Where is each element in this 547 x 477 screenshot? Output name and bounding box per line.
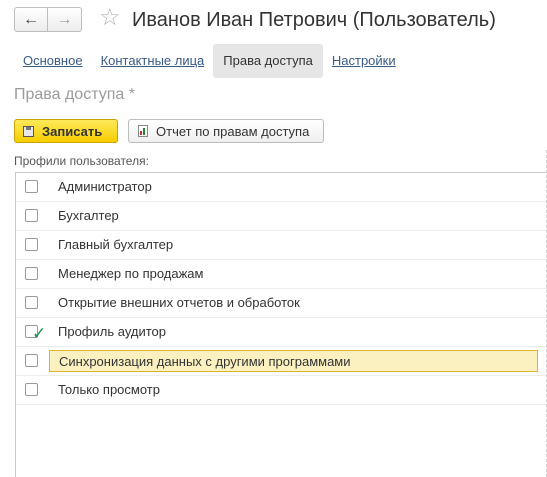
save-button-label: Записать [42, 123, 103, 139]
profile-label: Синхронизация данных с другими программа… [49, 350, 538, 372]
back-button[interactable]: ← [14, 7, 48, 32]
profile-label: Главный бухгалтер [58, 237, 174, 252]
profile-row[interactable]: Синхронизация данных с другими программа… [16, 347, 547, 376]
favorite-star-icon[interactable]: ☆ [99, 6, 121, 30]
profile-checkbox[interactable]: ✓ [25, 325, 46, 342]
profiles-list[interactable]: Администратор Бухгалтер Главный бухгалтер М… [15, 172, 547, 477]
profile-label: Бухгалтер [58, 208, 119, 223]
access-report-button[interactable]: Отчет по правам доступа [128, 119, 324, 143]
tab-access-rights[interactable]: Права доступа [213, 44, 323, 78]
forward-button[interactable]: → [48, 7, 82, 32]
profile-label: Менеджер по продажам [58, 266, 204, 281]
access-report-button-label: Отчет по правам доступа [156, 123, 310, 139]
profile-row[interactable]: ✓ Профиль аудитор [16, 318, 547, 347]
floppy-disk-icon [23, 125, 34, 137]
profile-row[interactable]: Бухгалтер [16, 202, 547, 231]
profile-checkbox[interactable] [25, 296, 38, 309]
profile-checkbox[interactable] [25, 180, 38, 193]
profile-row[interactable]: Только просмотр [16, 376, 547, 405]
profile-checkbox[interactable] [25, 267, 38, 280]
form-tabs: Основное Контактные лица Права доступа Н… [16, 44, 405, 78]
section-title: Права доступа * [14, 86, 135, 103]
profile-checkbox[interactable] [25, 238, 38, 251]
profile-row[interactable]: Администратор [16, 173, 547, 202]
user-form: ← → ☆ Иванов Иван Петрович (Пользователь… [0, 0, 547, 477]
profile-checkbox[interactable] [25, 354, 38, 367]
navigation-buttons: ← → [14, 7, 82, 32]
profile-checkbox[interactable] [25, 209, 38, 222]
profile-checkbox[interactable] [25, 383, 38, 396]
profile-label: Профиль аудитор [58, 324, 166, 339]
profile-label: Администратор [58, 179, 152, 194]
window-title: Иванов Иван Петрович (Пользователь) [132, 9, 496, 31]
profile-row[interactable]: Менеджер по продажам [16, 260, 547, 289]
profiles-list-label: Профили пользователя: [14, 154, 149, 168]
profile-label: Открытие внешних отчетов и обработок [58, 295, 300, 310]
tab-main[interactable]: Основное [16, 44, 92, 78]
profile-row[interactable]: Главный бухгалтер [16, 231, 547, 260]
profile-row[interactable]: Открытие внешних отчетов и обработок [16, 289, 547, 318]
tab-contacts[interactable]: Контактные лица [92, 44, 214, 78]
checkmark-icon: ✓ [32, 324, 47, 343]
arrow-left-icon: ← [23, 10, 39, 28]
profile-label: Только просмотр [58, 382, 160, 397]
arrow-right-icon: → [56, 10, 73, 28]
save-button[interactable]: Записать [14, 119, 118, 143]
report-chart-icon [138, 125, 148, 137]
tab-settings[interactable]: Настройки [323, 44, 405, 78]
